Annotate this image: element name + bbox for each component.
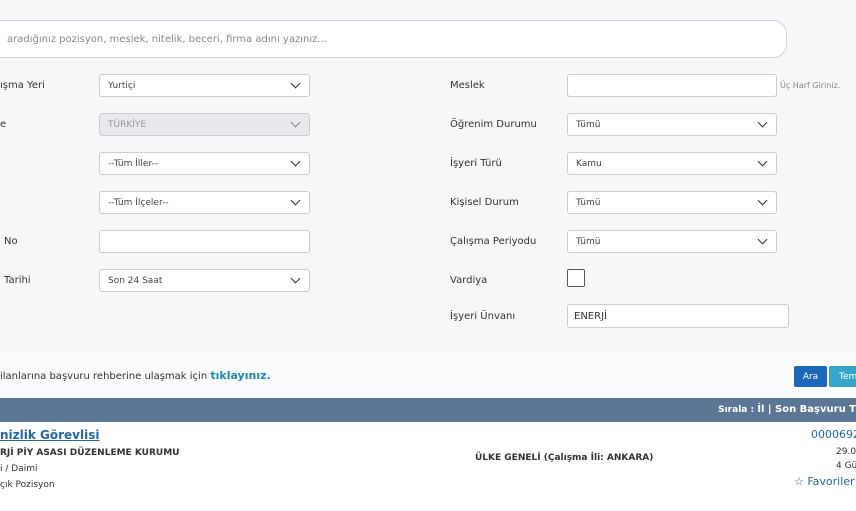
ogrenim-durumu-value: Tümü [576, 119, 601, 130]
meslek-input[interactable] [567, 74, 777, 97]
ilce-value: --Tüm İlçeler-- [108, 197, 169, 208]
isyeri-turu-value: Kamu [576, 158, 602, 169]
job-positions: çık Pozisyon [0, 480, 55, 490]
isyeri-unvani-input[interactable]: ENERJİ [567, 304, 789, 328]
ilan-no-input[interactable] [99, 230, 310, 253]
job-type: i / Daimi [0, 464, 38, 474]
ogrenim-durumu-select[interactable]: Tümü [567, 113, 777, 136]
sort-separator: | [764, 404, 775, 415]
sort-prefix: Sırala : [718, 405, 758, 415]
sort-bar: Sırala : İl | Son Başvuru T [0, 398, 856, 422]
job-location: ÜLKE GENELİ (Çalışma İli: ANKARA) [475, 453, 654, 463]
chevron-down-icon [290, 78, 301, 89]
ilan-tarihi-select[interactable]: Son 24 Saat [99, 269, 310, 292]
label-ogrenim-durumu: Öğrenim Durumu [450, 119, 537, 130]
label-ulke: e [0, 119, 7, 130]
info-message: ilanlarına başvuru rehberine ulaşmak içi… [0, 371, 211, 382]
chevron-down-icon [290, 156, 301, 167]
calisma-yeri-select[interactable]: Yurtiçi [99, 74, 310, 97]
chevron-down-icon [757, 156, 768, 167]
ulke-select: TÜRKİYE [99, 113, 310, 136]
label-ilan-no: No [4, 236, 18, 247]
ilan-tarihi-value: Son 24 Saat [108, 275, 163, 286]
calisma-periyodu-value: Tümü [576, 236, 601, 247]
label-calisma-periyodu: Çalışma Periyodu [450, 236, 537, 247]
isyeri-unvani-value: ENERJİ [574, 310, 607, 322]
temizle-button[interactable]: Tem [829, 366, 856, 387]
chevron-down-icon [757, 117, 768, 128]
sort-by-son-basvuru[interactable]: Son Başvuru T [775, 404, 856, 415]
il-value: --Tüm İller-- [108, 158, 159, 169]
kisisel-durum-select[interactable]: Tümü [567, 191, 777, 214]
label-isyeri-unvani: İşyeri Ünvanı [450, 311, 516, 322]
label-kisisel-durum: Kişisel Durum [450, 197, 519, 208]
favorites-link[interactable]: ☆ Favoriler [794, 475, 855, 488]
job-company: RJİ PİY ASASI DÜZENLEME KURUMU [0, 448, 180, 458]
ara-button[interactable]: Ara [794, 366, 827, 387]
job-title-link[interactable]: nizlik Görevlisi [0, 428, 99, 442]
chevron-down-icon [757, 234, 768, 245]
label-meslek: Meslek [450, 80, 485, 91]
kisisel-durum-value: Tümü [576, 197, 601, 208]
label-vardiya: Vardiya [450, 275, 488, 286]
chevron-down-icon [757, 195, 768, 206]
guide-link[interactable]: tıklayınız. [210, 369, 270, 382]
chevron-down-icon [290, 273, 301, 284]
job-number-link[interactable]: 0000692 [811, 428, 856, 441]
search-input[interactable]: aradığınız pozisyon, meslek, nitelik, be… [0, 20, 787, 58]
isyeri-turu-select[interactable]: Kamu [567, 152, 777, 175]
job-days-left: 4 Gü [836, 461, 856, 471]
label-isyeri-turu: İşyeri Türü [450, 158, 502, 169]
ulke-value: TÜRKİYE [108, 119, 147, 130]
meslek-hint: Üç Harf Giriniz. [780, 81, 841, 90]
chevron-down-icon [290, 195, 301, 206]
job-date: 29.0 [836, 447, 856, 457]
vardiya-checkbox[interactable] [567, 269, 585, 287]
il-select[interactable]: --Tüm İller-- [99, 152, 310, 175]
search-placeholder: aradığınız pozisyon, meslek, nitelik, be… [7, 33, 327, 45]
label-calisma-yeri: ışma Yeri [0, 80, 45, 91]
ilce-select[interactable]: --Tüm İlçeler-- [99, 191, 310, 214]
calisma-yeri-value: Yurtiçi [108, 80, 136, 91]
chevron-down-icon [290, 117, 301, 128]
info-text: ilanlarına başvuru rehberine ulaşmak içi… [0, 369, 271, 382]
label-ilan-tarihi: Tarihi [4, 275, 31, 286]
sort-options: Sırala : İl | Son Başvuru T [718, 404, 856, 415]
calisma-periyodu-select[interactable]: Tümü [567, 230, 777, 253]
list-item [0, 422, 856, 511]
